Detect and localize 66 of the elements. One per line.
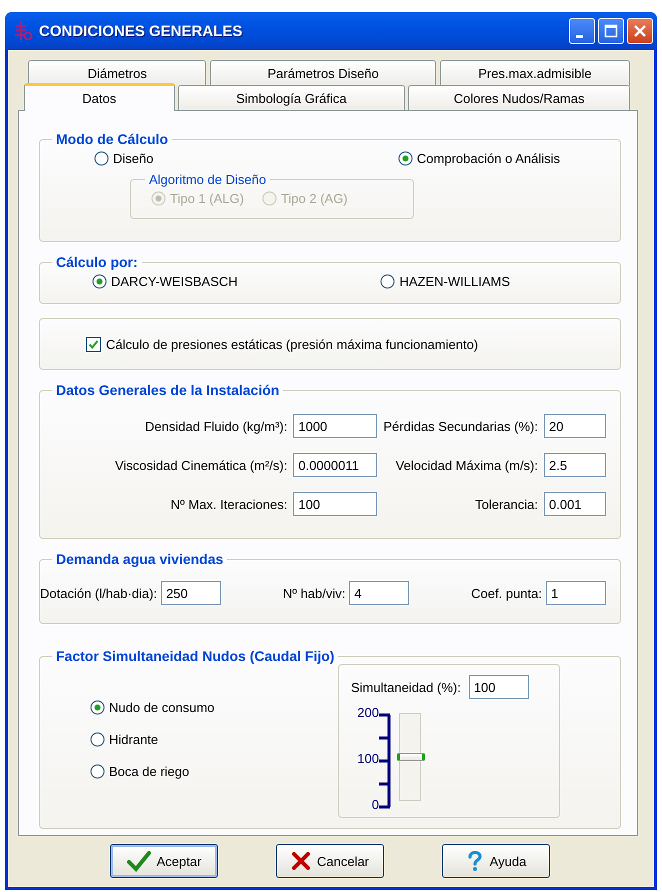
group-title: Algoritmo de Diseño	[148, 172, 268, 187]
input-field[interactable]: 100	[293, 492, 378, 516]
tick-label: 0	[372, 797, 379, 812]
field-label: Viscosidad Cinemática (m²/s):	[114, 458, 288, 472]
input-field[interactable]: 20	[544, 414, 606, 438]
group-title: Demanda agua viviendas	[55, 551, 224, 567]
radio-button[interactable]	[94, 151, 109, 166]
tab[interactable]: Parámetros Diseño	[210, 60, 436, 86]
radio-label[interactable]: Boca de riego	[109, 764, 190, 779]
group-title: Datos Generales de la Instalación	[55, 382, 280, 398]
input-field[interactable]: 2.5	[544, 453, 606, 477]
radio-label[interactable]: DARCY-WEISBASCH	[111, 274, 238, 289]
maximize-button[interactable]	[598, 18, 624, 44]
radio-button[interactable]	[90, 732, 105, 747]
field-label: Densidad Fluido (kg/m³):	[144, 418, 288, 434]
input-field[interactable]: 1000	[293, 414, 378, 438]
radio-button[interactable]	[92, 274, 107, 289]
group-title: Modo de Cálculo	[55, 131, 169, 147]
close-button[interactable]	[627, 18, 653, 44]
tab[interactable]: Datos	[24, 83, 174, 111]
tab[interactable]: Simbología Gráfica	[178, 85, 406, 111]
radio-label[interactable]: HAZEN-WILLIAMS	[399, 274, 510, 289]
tab[interactable]: Colores Nudos/Ramas	[408, 85, 630, 111]
close-icon	[633, 24, 647, 38]
help-icon	[466, 850, 484, 872]
minimize-button[interactable]	[569, 18, 595, 44]
group-title: Cálculo por:	[55, 254, 139, 270]
input-field[interactable]: 1	[546, 581, 606, 605]
field-label: Velocidad Máxima (m/s):	[394, 458, 538, 472]
group-title: Factor Simultaneidad Nudos (Caudal Fijo)	[55, 648, 336, 664]
help-button[interactable]: Ayuda	[442, 844, 550, 878]
tick-label: 200	[357, 705, 379, 720]
tick-label: 100	[357, 751, 379, 766]
minimize-icon	[576, 34, 582, 38]
window-title: CONDICIONES GENERALES	[39, 22, 244, 40]
radio-label[interactable]: Hidrante	[109, 732, 158, 747]
field-label: Pérdidas Secundarias (%):	[383, 418, 538, 434]
input-field[interactable]: 250	[161, 581, 222, 605]
check-icon	[126, 850, 151, 872]
field-label: Simultaneidad (%):	[351, 680, 461, 694]
field-label: Tolerancia:	[474, 496, 538, 512]
input-field[interactable]: 100	[468, 675, 529, 699]
checkbox-label[interactable]: Cálculo de presiones estáticas (presión máxima funcionamiento)	[106, 337, 478, 352]
mast-icon	[13, 21, 33, 41]
radio-label[interactable]: Diseño	[113, 151, 154, 166]
slider-thumb[interactable]	[397, 753, 425, 761]
input-field[interactable]: 0.0000011	[293, 453, 378, 477]
radio-button[interactable]	[90, 764, 105, 779]
checkbox[interactable]	[86, 337, 101, 352]
maximize-icon	[604, 24, 618, 38]
radio-label[interactable]: Nudo de consumo	[109, 700, 215, 715]
radio-button[interactable]	[380, 274, 396, 289]
tab[interactable]: Pres.max.admisible	[440, 60, 630, 86]
input-field[interactable]: 4	[349, 581, 410, 605]
field-label: Dotación (l/hab·dia):	[40, 586, 158, 600]
field-label: Coef. punta:	[471, 586, 542, 600]
accept-button[interactable]: Aceptar	[110, 844, 218, 878]
field-label: Nº Max. Iteraciones:	[170, 496, 288, 512]
cross-icon	[290, 851, 311, 871]
tab[interactable]: Diámetros	[28, 60, 206, 86]
radio-button[interactable]	[90, 700, 105, 715]
input-field[interactable]: 0.001	[544, 492, 606, 516]
field-label: Nº hab/viv:	[282, 586, 346, 600]
cancel-button[interactable]: Cancelar	[276, 844, 384, 878]
radio-button[interactable]	[398, 151, 413, 166]
radio-label[interactable]: Comprobación o Análisis	[416, 151, 560, 166]
